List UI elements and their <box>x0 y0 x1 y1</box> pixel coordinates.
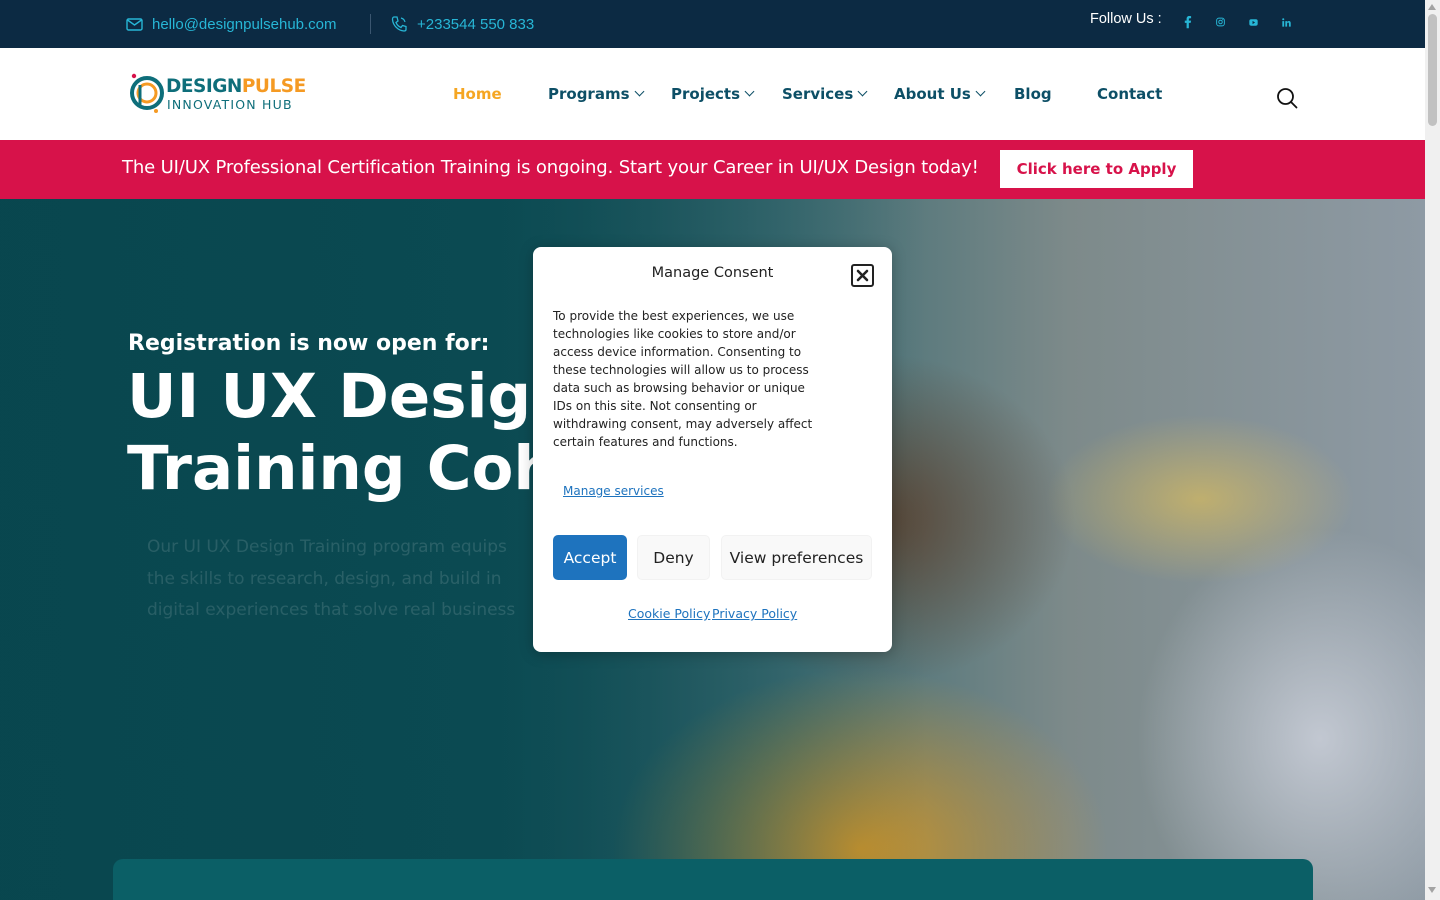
logo-mark-icon <box>130 73 164 113</box>
chevron-down-icon <box>975 86 986 97</box>
page-scrollbar[interactable] <box>1425 0 1440 900</box>
hero-title-line-1: UI UX Design <box>127 361 575 432</box>
email-text: hello@designpulsehub.com <box>152 15 337 33</box>
nav-projects[interactable]: Projects <box>671 48 755 140</box>
nav-services[interactable]: Services <box>782 48 868 140</box>
hero-title: UI UX Design Training Coh <box>127 361 575 505</box>
search-icon[interactable] <box>1276 87 1298 113</box>
banner-text: The UI/UX Professional Certification Tra… <box>122 157 979 178</box>
close-icon[interactable] <box>851 264 874 287</box>
facebook-icon[interactable] <box>1183 13 1201 31</box>
hero-description: Our UI UX Design Training program equips… <box>147 532 567 627</box>
chevron-down-icon <box>744 86 755 97</box>
apply-button[interactable]: Click here to Apply <box>1000 150 1193 188</box>
top-bar: hello@designpulsehub.com +233544 550 833… <box>0 0 1425 48</box>
nav-contact[interactable]: Contact <box>1097 48 1162 140</box>
logo-tagline: INNOVATION HUB <box>167 97 293 112</box>
hero-bottom-card <box>113 859 1313 900</box>
view-preferences-button[interactable]: View preferences <box>721 535 872 580</box>
manage-services-link[interactable]: Manage services <box>563 484 664 498</box>
phone-link[interactable]: +233544 550 833 <box>390 0 534 48</box>
logo-wordmark: DESIGNPULSE <box>166 76 306 97</box>
linkedin-icon[interactable] <box>1282 13 1300 31</box>
scroll-up-arrow-icon[interactable] <box>1428 4 1436 10</box>
hero-kicker: Registration is now open for: <box>128 331 490 356</box>
email-link[interactable]: hello@designpulsehub.com <box>126 0 337 48</box>
consent-dialog: Manage Consent To provide the best exper… <box>533 247 892 652</box>
hero-description-line: the skills to research, design, and buil… <box>147 568 502 589</box>
contact-divider <box>370 14 371 34</box>
phone-icon <box>391 16 407 32</box>
follow-label: Follow Us : <box>1090 11 1162 27</box>
chevron-down-icon <box>857 86 868 97</box>
main-header: DESIGNPULSE INNOVATION HUB Home Programs… <box>0 48 1425 140</box>
privacy-policy-link[interactable]: Privacy Policy <box>712 606 797 621</box>
deny-button[interactable]: Deny <box>637 535 710 580</box>
nav-home[interactable]: Home <box>453 48 502 140</box>
instagram-icon[interactable] <box>1216 13 1234 31</box>
nav-blog[interactable]: Blog <box>1014 48 1052 140</box>
hero-description-line: digital experiences that solve real busi… <box>147 600 516 620</box>
phone-text: +233544 550 833 <box>417 15 535 33</box>
scroll-thumb[interactable] <box>1428 14 1437 126</box>
youtube-icon[interactable] <box>1249 13 1267 31</box>
hero-title-line-2: Training Coh <box>127 433 557 504</box>
nav-programs[interactable]: Programs <box>548 48 644 140</box>
consent-title: Manage Consent <box>651 265 774 281</box>
cookie-policy-link[interactable]: Cookie Policy <box>628 606 710 621</box>
announcement-banner: The UI/UX Professional Certification Tra… <box>0 140 1425 199</box>
nav-about-us[interactable]: About Us <box>894 48 986 140</box>
chevron-down-icon <box>634 86 644 97</box>
accept-button[interactable]: Accept <box>553 535 627 580</box>
site-logo[interactable]: DESIGNPULSE INNOVATION HUB <box>128 71 306 117</box>
consent-body: To provide the best experiences, we use … <box>553 309 813 449</box>
mail-icon <box>126 18 143 31</box>
scroll-down-arrow-icon[interactable] <box>1428 887 1436 893</box>
hero-description-line: Our UI UX Design Training program equips <box>147 537 507 557</box>
